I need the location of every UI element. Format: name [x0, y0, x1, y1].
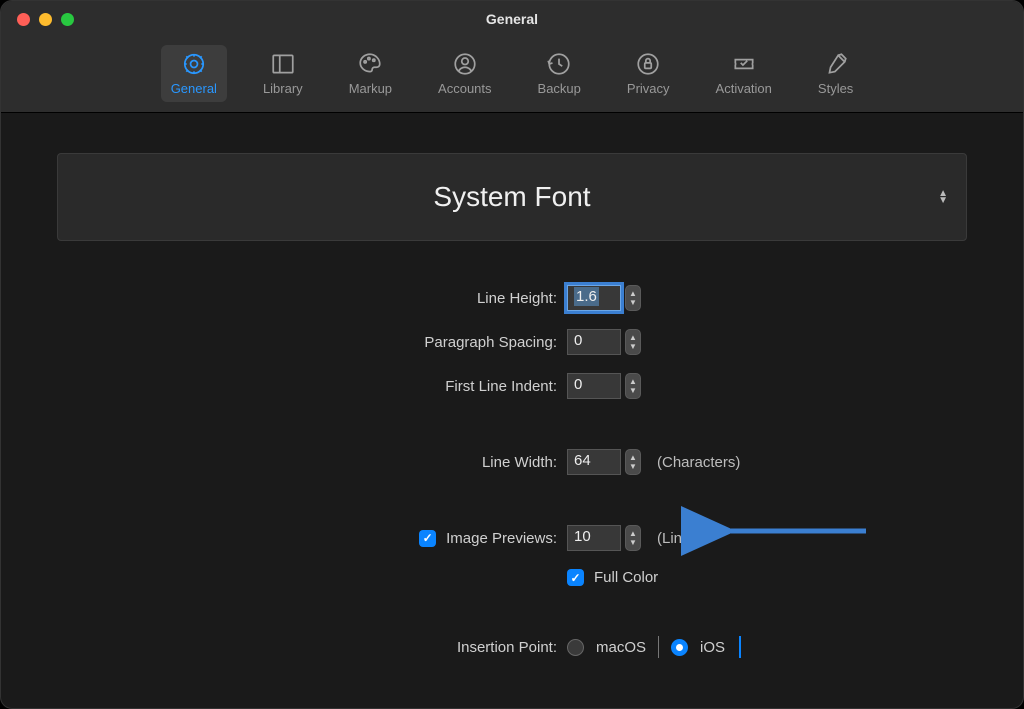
- paragraph-spacing-stepper[interactable]: ▲▼: [625, 329, 641, 355]
- lock-icon: [634, 51, 662, 77]
- font-selector-label: System Font: [433, 181, 590, 213]
- row-full-color: Full Color: [57, 569, 967, 586]
- annotation-arrow: [721, 519, 871, 548]
- brush-icon: [822, 51, 850, 77]
- ticket-icon: [730, 51, 758, 77]
- library-icon: [269, 51, 297, 77]
- insertion-point-ios-label: iOS: [700, 639, 725, 656]
- image-previews-label: Image Previews:: [446, 530, 557, 547]
- tab-label: Privacy: [627, 81, 670, 96]
- paragraph-spacing-field[interactable]: 0: [567, 329, 621, 355]
- row-line-width: Line Width: 64 ▲▼ (Characters): [57, 449, 967, 475]
- tab-label: Styles: [818, 81, 853, 96]
- tab-privacy[interactable]: Privacy: [617, 45, 680, 102]
- first-line-indent-field[interactable]: 0: [567, 373, 621, 399]
- line-height-label: Line Height:: [477, 290, 557, 307]
- full-color-label: Full Color: [594, 569, 658, 586]
- preferences-window: General General Library Markup: [0, 0, 1024, 709]
- palette-icon: [356, 51, 384, 77]
- close-window-button[interactable]: [17, 13, 30, 26]
- minimize-window-button[interactable]: [39, 13, 52, 26]
- image-previews-field[interactable]: 10: [567, 525, 621, 551]
- tab-label: Accounts: [438, 81, 491, 96]
- tab-label: Backup: [538, 81, 581, 96]
- tab-backup[interactable]: Backup: [528, 45, 591, 102]
- row-paragraph-spacing: Paragraph Spacing: 0 ▲▼: [57, 329, 967, 355]
- first-line-indent-stepper[interactable]: ▲▼: [625, 373, 641, 399]
- backup-icon: [545, 51, 573, 77]
- line-height-stepper[interactable]: ▲▼: [625, 285, 641, 311]
- row-first-line-indent: First Line Indent: 0 ▲▼: [57, 373, 967, 399]
- first-line-indent-label: First Line Indent:: [445, 378, 557, 395]
- line-width-stepper[interactable]: ▲▼: [625, 449, 641, 475]
- line-height-field[interactable]: 1.6: [567, 285, 621, 311]
- font-selector[interactable]: System Font ▲▼: [57, 153, 967, 241]
- text-cursor-indicator: [739, 636, 741, 658]
- tab-library[interactable]: Library: [253, 45, 313, 102]
- titlebar: General: [1, 1, 1023, 37]
- tab-general[interactable]: General: [161, 45, 227, 102]
- tab-label: Library: [263, 81, 303, 96]
- tab-activation[interactable]: Activation: [706, 45, 782, 102]
- line-width-field[interactable]: 64: [567, 449, 621, 475]
- line-width-unit: (Characters): [657, 454, 740, 471]
- image-previews-unit: (Lines): [657, 530, 703, 547]
- zoom-window-button[interactable]: [61, 13, 74, 26]
- tab-label: Markup: [349, 81, 392, 96]
- user-icon: [451, 51, 479, 77]
- general-pane: System Font ▲▼ Line Height: 1.6 ▲▼ Parag…: [1, 113, 1023, 698]
- tab-markup[interactable]: Markup: [339, 45, 402, 102]
- tab-accounts[interactable]: Accounts: [428, 45, 501, 102]
- insertion-point-label: Insertion Point:: [457, 639, 557, 656]
- chevron-updown-icon: ▲▼: [938, 190, 948, 204]
- window-title: General: [1, 11, 1023, 27]
- row-line-height: Line Height: 1.6 ▲▼: [57, 285, 967, 311]
- row-insertion-point: Insertion Point: macOS iOS: [57, 636, 967, 658]
- preferences-toolbar: General Library Markup Accounts Bac: [1, 37, 1023, 113]
- paragraph-spacing-label: Paragraph Spacing:: [424, 334, 557, 351]
- image-previews-checkbox[interactable]: [419, 530, 436, 547]
- image-previews-stepper[interactable]: ▲▼: [625, 525, 641, 551]
- gear-icon: [180, 51, 208, 77]
- window-controls: [1, 13, 74, 26]
- insertion-point-macos-radio[interactable]: [567, 639, 584, 656]
- insertion-point-macos-label: macOS: [596, 639, 646, 656]
- line-width-label: Line Width:: [482, 454, 557, 471]
- tab-label: General: [171, 81, 217, 96]
- insertion-point-ios-radio[interactable]: [671, 639, 688, 656]
- full-color-checkbox[interactable]: [567, 569, 584, 586]
- tab-styles[interactable]: Styles: [808, 45, 863, 102]
- tab-label: Activation: [716, 81, 772, 96]
- divider: [658, 636, 659, 658]
- settings-form: Line Height: 1.6 ▲▼ Paragraph Spacing: 0…: [57, 285, 967, 658]
